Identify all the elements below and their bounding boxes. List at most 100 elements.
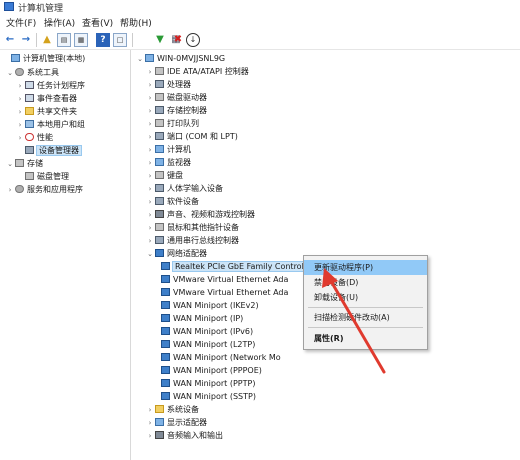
chevron-right-icon[interactable]: ›	[146, 196, 154, 208]
up-folder-icon[interactable]: ▲	[40, 33, 54, 47]
context-menu-separator	[308, 307, 423, 308]
speaker-icon	[155, 210, 164, 218]
window-icon[interactable]: □	[113, 33, 127, 47]
chevron-right-icon[interactable]: ›	[146, 92, 154, 104]
chevron-right-icon[interactable]: ›	[146, 183, 154, 195]
chevron-down-icon[interactable]: ⌄	[146, 248, 154, 260]
adapter-vmware-1[interactable]: VMware Virtual Ethernet Ada	[160, 274, 288, 286]
chevron-right-icon[interactable]: ›	[146, 79, 154, 91]
properties-menu-item[interactable]: 属性(R)	[304, 331, 427, 346]
device-tree-root[interactable]: ⌄ WIN-0MVJJSNL9G	[136, 53, 225, 65]
update-driver-icon[interactable]: ▼	[153, 33, 167, 47]
storage-icon	[15, 159, 24, 167]
update-driver-menu-item[interactable]: 更新驱动程序(P)	[304, 260, 427, 275]
category-ports[interactable]: › 端口 (COM 和 LPT)	[146, 131, 238, 143]
menu-action[interactable]: 操作(A)	[44, 16, 75, 29]
device-manager-icon	[25, 146, 34, 154]
category-computer[interactable]: › 计算机	[146, 144, 191, 156]
menu-file[interactable]: 文件(F)	[6, 16, 36, 29]
forward-arrow-icon[interactable]: →	[19, 33, 33, 47]
tree-storage[interactable]: ⌄ 存储	[6, 158, 43, 170]
adapter-wan-ikev2[interactable]: WAN Miniport (IKEv2)	[160, 300, 259, 312]
tree-performance[interactable]: › 性能	[16, 132, 53, 144]
network-adapter-icon	[161, 379, 170, 387]
tree-task-scheduler[interactable]: › 任务计划程序	[16, 80, 85, 92]
category-display-adapters[interactable]: › 显示适配器	[146, 417, 207, 429]
chevron-right-icon[interactable]: ›	[146, 235, 154, 247]
storage-controller-icon	[155, 106, 164, 114]
tree-device-manager[interactable]: 设备管理器	[16, 145, 82, 157]
ide-controller-icon	[155, 67, 164, 75]
category-system-devices[interactable]: › 系统设备	[146, 404, 199, 416]
uninstall-device-menu-item[interactable]: 卸载设备(U)	[304, 290, 427, 305]
scan-hardware-icon[interactable]: ↓	[186, 33, 200, 47]
properties-icon[interactable]: ▦	[74, 33, 88, 47]
adapter-wan-sstp[interactable]: WAN Miniport (SSTP)	[160, 391, 256, 403]
tree-event-viewer[interactable]: › 事件查看器	[16, 93, 77, 105]
chevron-right-icon[interactable]: ›	[146, 209, 154, 221]
chevron-right-icon[interactable]: ›	[146, 144, 154, 156]
computer-management-icon	[4, 2, 14, 11]
adapter-realtek[interactable]: Realtek PCIe GbE Family Controller	[160, 261, 318, 273]
category-disk-drives[interactable]: › 磁盘驱动器	[146, 92, 207, 104]
adapter-wan-l2tp[interactable]: WAN Miniport (L2TP)	[160, 339, 255, 351]
adapter-wan-pppoe[interactable]: WAN Miniport (PPPOE)	[160, 365, 262, 377]
chevron-right-icon[interactable]: ›	[146, 404, 154, 416]
category-audio-io[interactable]: › 音频输入和输出	[146, 430, 223, 442]
chevron-right-icon[interactable]: ›	[146, 66, 154, 78]
category-ide[interactable]: › IDE ATA/ATAPI 控制器	[146, 66, 249, 78]
tree-root[interactable]: 计算机管理(本地)	[2, 53, 85, 65]
disable-device-icon[interactable]: ✖	[171, 33, 185, 47]
category-processor[interactable]: › 处理器	[146, 79, 191, 91]
category-hid[interactable]: › 人体学输入设备	[146, 183, 223, 195]
chevron-right-icon[interactable]: ›	[16, 132, 24, 144]
adapter-wan-network-monitor[interactable]: WAN Miniport (Network Mo	[160, 352, 281, 364]
chevron-right-icon[interactable]: ›	[146, 157, 154, 169]
chevron-right-icon[interactable]: ›	[16, 80, 24, 92]
category-software-devices[interactable]: › 软件设备	[146, 196, 199, 208]
chevron-right-icon[interactable]: ›	[16, 119, 24, 131]
adapter-wan-pptp[interactable]: WAN Miniport (PPTP)	[160, 378, 255, 390]
tree-shared-folders[interactable]: › 共享文件夹	[16, 106, 77, 118]
category-sound[interactable]: › 声音、视频和游戏控制器	[146, 209, 255, 221]
chevron-right-icon[interactable]: ›	[6, 184, 14, 196]
adapter-wan-ipv6[interactable]: WAN Miniport (IPv6)	[160, 326, 253, 338]
chevron-down-icon[interactable]: ⌄	[6, 158, 14, 170]
menu-view[interactable]: 查看(V)	[82, 16, 113, 29]
category-usb[interactable]: › 通用串行总线控制器	[146, 235, 239, 247]
category-mice[interactable]: › 鼠标和其他指针设备	[146, 222, 239, 234]
tree-local-users[interactable]: › 本地用户和组	[16, 119, 85, 131]
console-tree-icon[interactable]: ▤	[57, 33, 71, 47]
tree-services[interactable]: › 服务和应用程序	[6, 184, 83, 196]
chevron-down-icon[interactable]: ⌄	[136, 53, 144, 65]
menu-help[interactable]: 帮助(H)	[120, 16, 152, 29]
chevron-right-icon[interactable]: ›	[146, 105, 154, 117]
category-storage-controllers[interactable]: › 存储控制器	[146, 105, 207, 117]
disable-device-menu-item[interactable]: 禁用设备(D)	[304, 275, 427, 290]
chevron-right-icon[interactable]: ›	[16, 106, 24, 118]
processor-icon	[155, 80, 164, 88]
chevron-right-icon[interactable]: ›	[146, 170, 154, 182]
network-adapter-icon	[161, 392, 170, 400]
back-arrow-icon[interactable]: ←	[3, 33, 17, 47]
help-icon[interactable]: ?	[96, 33, 110, 47]
scan-hardware-menu-item[interactable]: 扫描检测硬件改动(A)	[304, 310, 427, 325]
chevron-right-icon[interactable]: ›	[146, 131, 154, 143]
adapter-vmware-2[interactable]: VMware Virtual Ethernet Ada	[160, 287, 288, 299]
category-monitors[interactable]: › 监视器	[146, 157, 191, 169]
category-network-adapters[interactable]: ⌄ 网络适配器	[146, 248, 207, 260]
category-keyboards[interactable]: › 键盘	[146, 170, 183, 182]
tree-disk-management[interactable]: 磁盘管理	[16, 171, 69, 183]
chevron-right-icon[interactable]: ›	[146, 118, 154, 130]
disk-drive-icon	[155, 93, 164, 101]
chevron-right-icon[interactable]: ›	[16, 93, 24, 105]
network-adapter-icon	[161, 288, 170, 296]
chevron-right-icon[interactable]: ›	[146, 417, 154, 429]
chevron-right-icon[interactable]: ›	[146, 430, 154, 442]
category-print-queues[interactable]: › 打印队列	[146, 118, 199, 130]
chevron-right-icon[interactable]: ›	[146, 222, 154, 234]
adapter-wan-ip[interactable]: WAN Miniport (IP)	[160, 313, 243, 325]
clock-icon	[25, 81, 34, 89]
tree-system-tools[interactable]: ⌄ 系统工具	[6, 67, 59, 79]
chevron-down-icon[interactable]: ⌄	[6, 67, 14, 79]
